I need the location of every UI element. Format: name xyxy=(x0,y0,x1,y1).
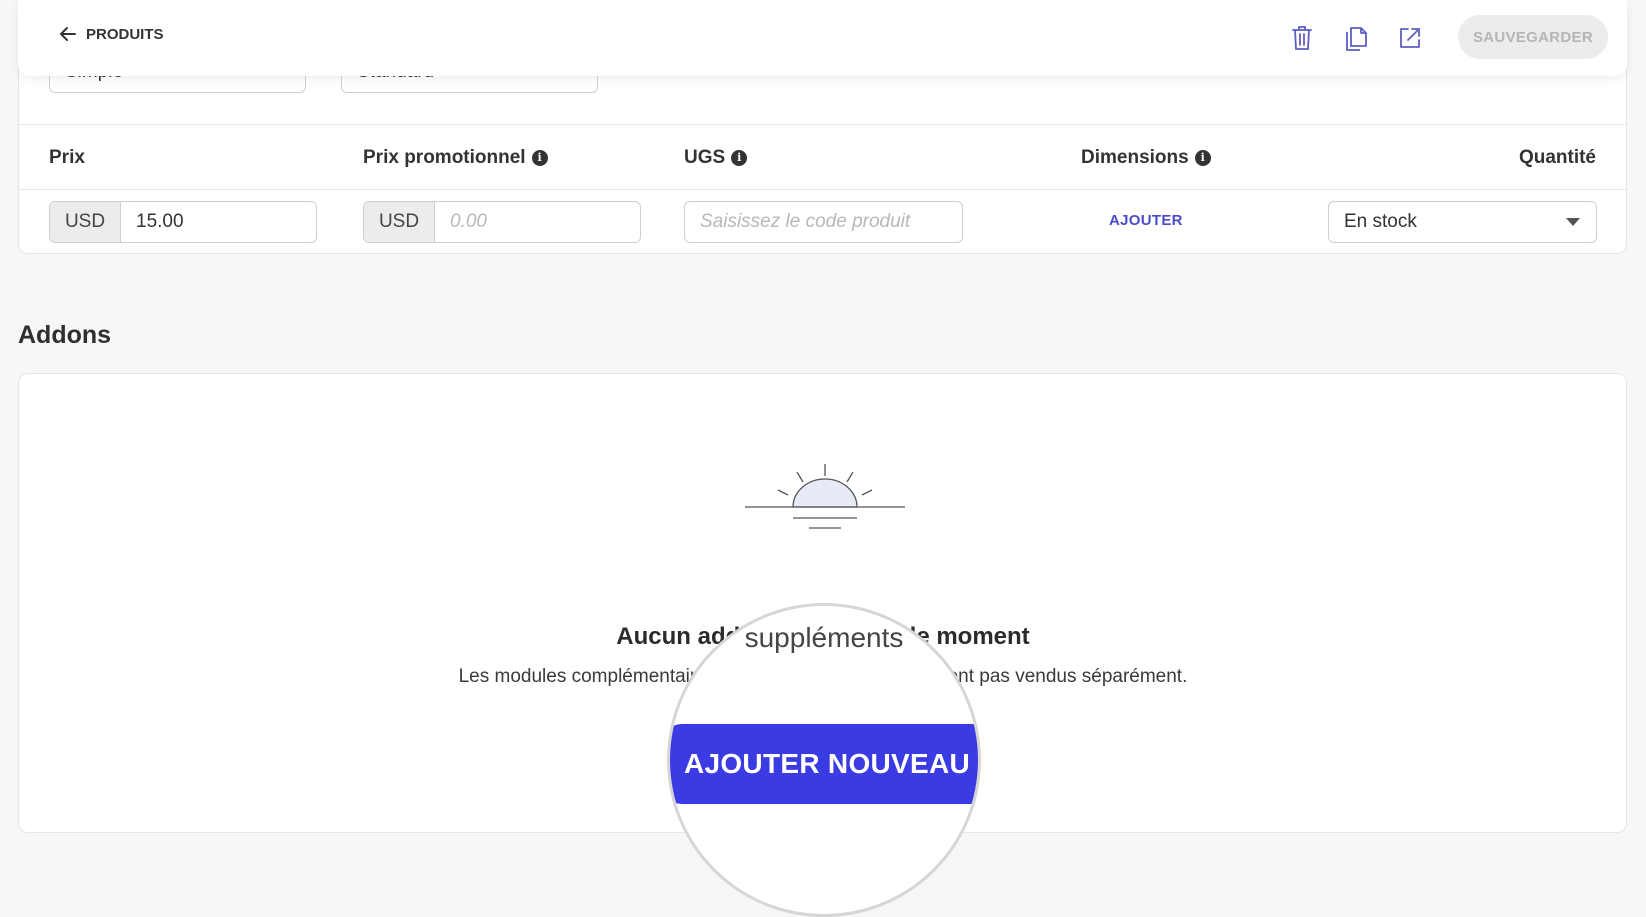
magnified-text: suppléments xyxy=(744,622,904,653)
sku-label-text: UGS xyxy=(684,147,726,168)
currency-label: USD xyxy=(364,202,435,242)
trash-icon[interactable] xyxy=(1286,22,1318,54)
info-icon[interactable]: i xyxy=(731,150,748,166)
info-icon[interactable]: i xyxy=(531,150,548,166)
currency-label: USD xyxy=(50,202,121,242)
divider xyxy=(19,124,1626,125)
duplicate-icon[interactable] xyxy=(1340,22,1372,54)
back-to-products-link[interactable]: PRODUITS xyxy=(58,24,164,44)
promo-price-label-text: Prix promotionnel xyxy=(363,147,526,168)
external-link-icon[interactable] xyxy=(1394,22,1426,54)
addons-section-title: Addons xyxy=(18,321,112,349)
promo-price-input[interactable] xyxy=(435,202,640,242)
divider xyxy=(19,189,1626,190)
sku-column-label: UGS i xyxy=(684,147,748,169)
add-new-addon-button[interactable]: AJOUTER NOUVEAU xyxy=(670,724,978,804)
top-bar: PRODUITS SAUVEGARDER xyxy=(18,0,1627,76)
quantity-select[interactable]: En stock xyxy=(1328,201,1597,243)
sku-input[interactable] xyxy=(685,202,962,242)
sku-field xyxy=(684,201,963,243)
dimensions-label-text: Dimensions xyxy=(1081,147,1189,168)
price-column-label: Prix xyxy=(49,147,85,169)
quantity-column-label: Quantité xyxy=(1519,147,1596,169)
info-icon[interactable]: i xyxy=(1194,150,1211,166)
chevron-down-icon xyxy=(1566,218,1580,226)
back-label: PRODUITS xyxy=(86,25,164,43)
price-field: USD xyxy=(49,201,317,243)
zoom-magnifier: suppléments AJOUTER NOUVEAU xyxy=(667,603,981,917)
sunrise-icon xyxy=(745,464,905,529)
promo-price-field: USD xyxy=(363,201,641,243)
add-dimensions-button[interactable]: AJOUTER xyxy=(1109,212,1183,229)
arrow-left-icon xyxy=(60,27,76,41)
dimensions-column-label: Dimensions i xyxy=(1081,147,1211,169)
quantity-label-text: Quantité xyxy=(1518,147,1596,168)
price-label-text: Prix xyxy=(49,147,85,168)
promo-price-column-label: Prix promotionnel i xyxy=(363,147,548,169)
quantity-select-value: En stock xyxy=(1344,211,1417,232)
save-button[interactable]: SAUVEGARDER xyxy=(1458,15,1608,59)
price-input[interactable] xyxy=(121,202,316,242)
